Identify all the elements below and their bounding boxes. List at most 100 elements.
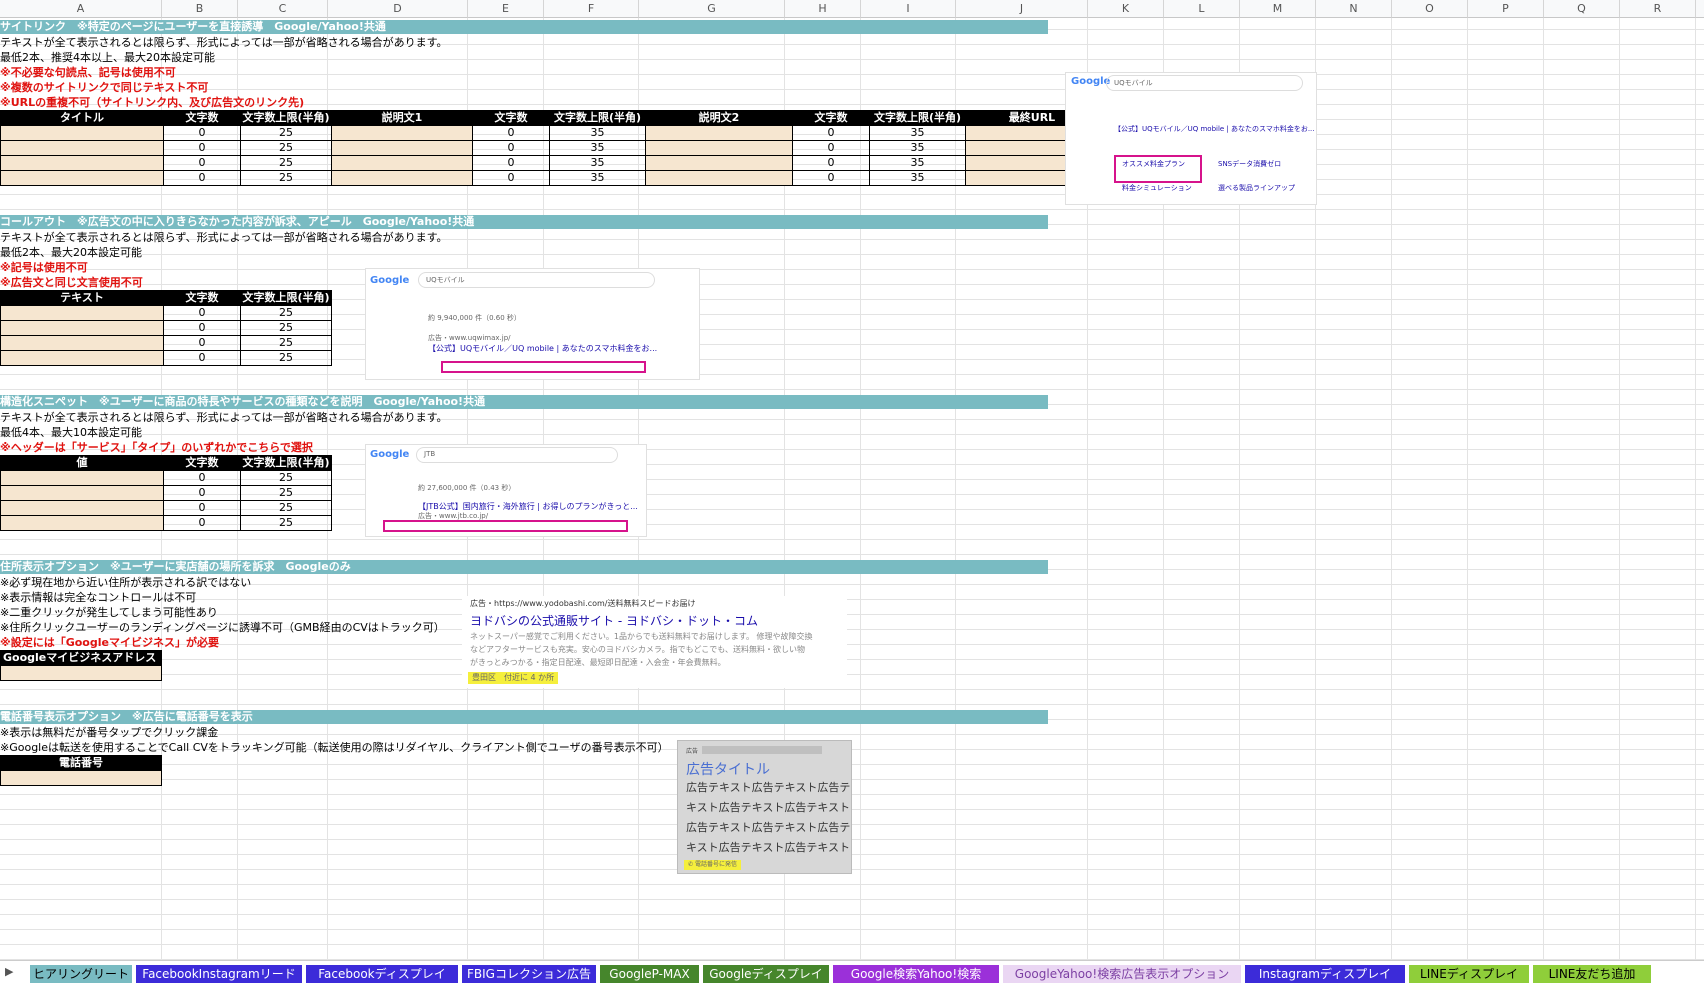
table-header: 文字数上限(半角) [240, 455, 332, 471]
table-cell[interactable]: 0 [163, 350, 241, 366]
table-header: 説明文1 [331, 110, 473, 126]
table-cell[interactable]: 0 [792, 170, 870, 186]
table-cell[interactable] [645, 170, 793, 186]
table-cell[interactable]: 0 [792, 155, 870, 171]
table-row: 0 25 0 35 0 35 [0, 140, 1099, 156]
table-cell[interactable] [0, 170, 164, 186]
column-header[interactable]: H [785, 0, 861, 18]
table-cell[interactable]: 0 [472, 125, 550, 141]
table-cell[interactable] [645, 125, 793, 141]
table-cell[interactable] [0, 125, 164, 141]
column-header[interactable]: A [0, 0, 162, 18]
table-cell[interactable] [0, 155, 164, 171]
table-cell[interactable]: 25 [240, 305, 332, 321]
column-header[interactable]: E [468, 0, 544, 18]
table-cell[interactable]: 0 [163, 155, 241, 171]
table-cell[interactable] [0, 350, 164, 366]
table-cell[interactable] [0, 140, 164, 156]
sheet-tab[interactable]: GoogleYahoo!検索広告表示オプション [1003, 965, 1241, 983]
warning-note: ※ヘッダーは「サービス」「タイプ」のいずれかでこちらで選択 [0, 441, 313, 454]
sheet-tab[interactable]: LINEディスプレイ [1409, 965, 1529, 983]
grid-line [1543, 18, 1544, 960]
sheet-tab[interactable]: LINE友だち追加 [1533, 965, 1651, 983]
table-cell[interactable]: 35 [549, 170, 646, 186]
column-header[interactable]: G [639, 0, 785, 18]
snippet-table: 値文字数 文字数上限(半角) 0 25 0 25 0 25 0 25 [0, 455, 332, 531]
table-cell[interactable]: 25 [240, 500, 332, 516]
column-header[interactable]: B [162, 0, 238, 18]
table-cell[interactable]: 35 [869, 155, 966, 171]
column-header[interactable]: L [1164, 0, 1240, 18]
sheet-tab[interactable]: ヒアリングリート [30, 965, 132, 983]
table-cell[interactable]: 0 [163, 470, 241, 486]
table-cell[interactable] [0, 320, 164, 336]
table-cell[interactable]: 0 [163, 170, 241, 186]
table-cell[interactable] [645, 140, 793, 156]
table-cell[interactable]: 0 [472, 170, 550, 186]
table-cell[interactable]: 25 [240, 320, 332, 336]
table-cell[interactable]: 25 [240, 350, 332, 366]
table-cell[interactable]: 0 [163, 335, 241, 351]
table-cell[interactable]: 25 [240, 125, 332, 141]
tab-scroll-arrow-icon[interactable]: ▶ [5, 965, 13, 978]
table-cell[interactable]: 0 [472, 155, 550, 171]
table-cell[interactable] [331, 155, 473, 171]
table-cell[interactable]: 0 [163, 320, 241, 336]
column-header[interactable]: D [328, 0, 468, 18]
table-cell[interactable]: 0 [163, 305, 241, 321]
sheet-tab[interactable]: Facebookディスプレイ [306, 965, 458, 983]
table-cell[interactable]: 25 [240, 470, 332, 486]
table-cell[interactable] [0, 305, 164, 321]
sheet-tab[interactable]: Googleディスプレイ [703, 965, 829, 983]
table-cell[interactable] [0, 335, 164, 351]
table-cell[interactable]: 35 [549, 140, 646, 156]
table-cell[interactable]: 25 [240, 140, 332, 156]
table-cell[interactable]: 35 [869, 140, 966, 156]
table-cell[interactable]: 0 [163, 140, 241, 156]
table-cell[interactable]: 0 [163, 485, 241, 501]
table-cell[interactable]: 0 [792, 125, 870, 141]
table-cell[interactable] [331, 170, 473, 186]
table-cell[interactable] [0, 500, 164, 516]
table-cell[interactable]: 35 [549, 125, 646, 141]
column-header[interactable]: F [544, 0, 639, 18]
table-cell[interactable]: 25 [240, 335, 332, 351]
sheet-tab[interactable]: FacebookInstagramリード [136, 965, 302, 983]
column-header[interactable]: K [1088, 0, 1164, 18]
table-cell[interactable]: 0 [163, 515, 241, 531]
table-cell[interactable]: 35 [869, 170, 966, 186]
table-cell[interactable]: 25 [240, 485, 332, 501]
table-cell[interactable]: 0 [163, 500, 241, 516]
column-header[interactable]: S [1696, 0, 1704, 18]
table-cell[interactable]: 25 [240, 155, 332, 171]
column-header[interactable]: N [1316, 0, 1392, 18]
sheet-tab[interactable]: Google検索Yahoo!検索 [833, 965, 999, 983]
table-cell[interactable] [0, 485, 164, 501]
table-cell[interactable]: 0 [472, 140, 550, 156]
table-cell[interactable]: 35 [869, 125, 966, 141]
table-cell[interactable]: 0 [163, 125, 241, 141]
column-header[interactable]: O [1392, 0, 1468, 18]
table-cell[interactable]: 25 [240, 515, 332, 531]
phone-cell[interactable] [0, 770, 162, 786]
table-cell[interactable] [0, 515, 164, 531]
sheet-tab[interactable]: Instagramディスプレイ [1245, 965, 1405, 983]
table-cell[interactable] [645, 155, 793, 171]
section-title-address: 住所表示オプション ※ユーザーに実店舗の場所を訴求 Googleのみ [0, 560, 1048, 574]
address-cell[interactable] [0, 665, 162, 681]
table-cell[interactable] [331, 125, 473, 141]
column-header[interactable]: I [861, 0, 956, 18]
column-header[interactable]: C [238, 0, 328, 18]
sheet-tab[interactable]: GoogleP-MAX [600, 965, 699, 983]
table-cell[interactable]: 25 [240, 170, 332, 186]
table-cell[interactable]: 0 [792, 140, 870, 156]
table-cell[interactable] [331, 140, 473, 156]
column-header[interactable]: R [1620, 0, 1696, 18]
table-cell[interactable] [0, 470, 164, 486]
column-header[interactable]: M [1240, 0, 1316, 18]
column-header[interactable]: Q [1544, 0, 1620, 18]
column-header[interactable]: P [1468, 0, 1544, 18]
sheet-tab[interactable]: FBIGコレクション広告 [462, 965, 596, 983]
table-cell[interactable]: 35 [549, 155, 646, 171]
column-header[interactable]: J [956, 0, 1088, 18]
